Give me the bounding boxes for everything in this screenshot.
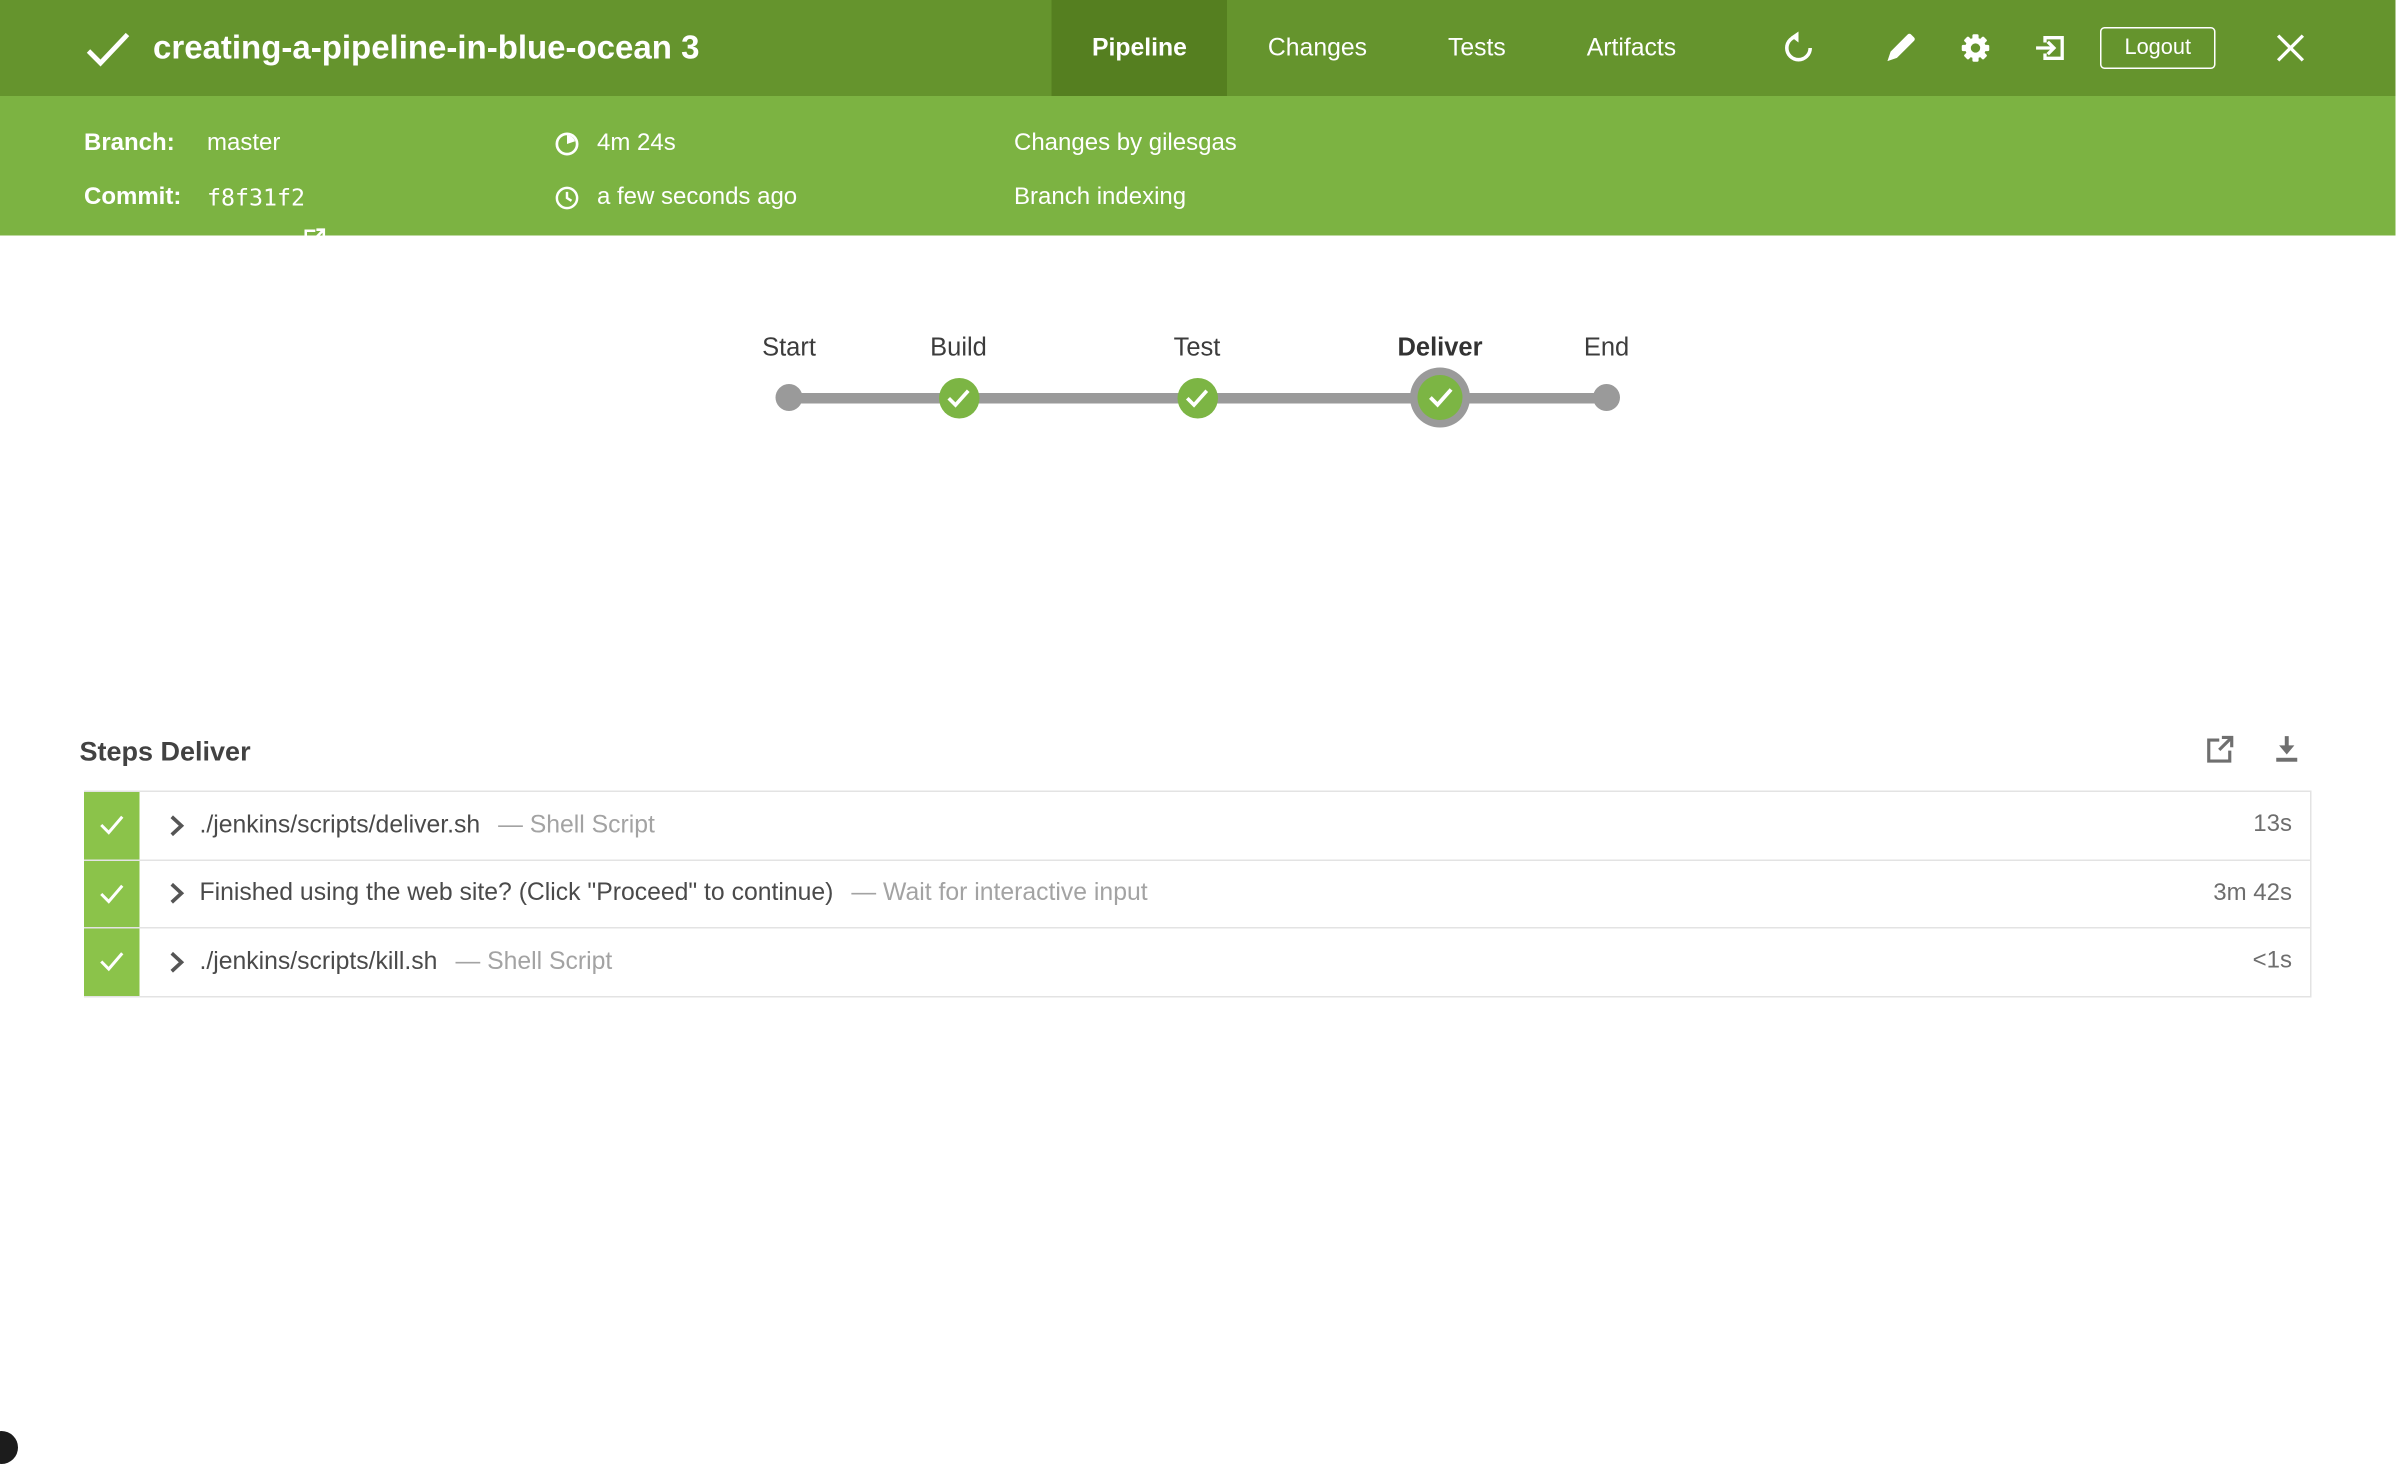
- run-details-header: Branch: master Commit: f8f31f2 4m 24s a …: [0, 96, 2396, 236]
- blue-ocean-app: creating-a-pipeline-in-blue-ocean 3 Pipe…: [0, 0, 2396, 1446]
- chevron-right-icon[interactable]: [161, 951, 194, 974]
- step-success-bar: [84, 860, 140, 927]
- clock-icon: [554, 185, 581, 212]
- commit-value: f8f31f2: [207, 182, 305, 215]
- corner-widget-button[interactable]: [0, 1431, 18, 1464]
- run-status-check-icon: [84, 32, 132, 68]
- logout-button[interactable]: Logout: [2100, 27, 2216, 69]
- graph-node-end: [1593, 384, 1620, 411]
- graph-node-deliver[interactable]: [1418, 375, 1463, 420]
- step-duration: 13s: [2253, 812, 2310, 839]
- graph-label-end: End: [1584, 332, 1629, 365]
- branch-label: Branch:: [84, 128, 175, 161]
- step-name: ./jenkins/scripts/deliver.sh: [200, 811, 481, 840]
- chevron-right-icon[interactable]: [161, 882, 194, 905]
- steps-actions: [2204, 734, 2303, 766]
- step-type: — Shell Script: [498, 811, 655, 840]
- step-success-bar: [84, 792, 140, 859]
- close-icon[interactable]: [2274, 32, 2307, 65]
- step-name: ./jenkins/scripts/kill.sh: [200, 948, 438, 977]
- rerun-icon[interactable]: [1782, 32, 1815, 65]
- tab-pipeline[interactable]: Pipeline: [1052, 0, 1228, 96]
- step-name: Finished using the web site? (Click "Pro…: [200, 879, 834, 908]
- top-bar: creating-a-pipeline-in-blue-ocean 3 Pipe…: [0, 0, 2396, 96]
- tab-changes[interactable]: Changes: [1227, 0, 1407, 96]
- run-changes: Changes by gilesgas: [1014, 128, 1237, 161]
- run-cause: Branch indexing: [1014, 182, 1186, 215]
- step-type: — Shell Script: [455, 948, 612, 977]
- graph-node-test[interactable]: [1177, 377, 1218, 418]
- run-completed-time: a few seconds ago: [597, 182, 797, 215]
- step-type: — Wait for interactive input: [851, 879, 1147, 908]
- chevron-right-icon[interactable]: [161, 814, 194, 837]
- edit-pencil-icon[interactable]: [1884, 32, 1917, 65]
- run-duration: 4m 24s: [597, 128, 676, 161]
- settings-gear-icon[interactable]: [1959, 32, 1992, 65]
- graph-label-start: Start: [762, 332, 816, 365]
- graph-label-build: Build: [930, 332, 987, 365]
- branch-value[interactable]: master: [207, 128, 280, 161]
- tab-tests[interactable]: Tests: [1408, 0, 1547, 96]
- run-title: creating-a-pipeline-in-blue-ocean 3: [153, 0, 699, 96]
- step-row-kill-sh[interactable]: ./jenkins/scripts/kill.sh — Shell Script…: [84, 929, 2312, 997]
- step-duration: 3m 42s: [2213, 880, 2310, 907]
- graph-node-build[interactable]: [938, 377, 979, 418]
- step-duration: <1s: [2253, 948, 2310, 975]
- go-to-classic-icon[interactable]: [2034, 32, 2067, 65]
- duration-timer-icon: [554, 131, 581, 158]
- external-link-icon[interactable]: [302, 227, 329, 254]
- graph-label-test: Test: [1174, 332, 1221, 365]
- steps-heading: Steps Deliver: [80, 735, 251, 768]
- graph-node-start: [776, 384, 803, 411]
- steps-table: ./jenkins/scripts/deliver.sh — Shell Scr…: [84, 791, 2312, 997]
- step-success-bar: [84, 929, 140, 996]
- run-tabs: Pipeline Changes Tests Artifacts: [1052, 0, 1717, 96]
- step-row-input-wait[interactable]: Finished using the web site? (Click "Pro…: [84, 860, 2312, 928]
- commit-label: Commit:: [84, 182, 181, 215]
- tab-artifacts[interactable]: Artifacts: [1546, 0, 1716, 96]
- step-row-deliver-sh[interactable]: ./jenkins/scripts/deliver.sh — Shell Scr…: [84, 792, 2312, 860]
- graph-label-deliver: Deliver: [1397, 332, 1482, 365]
- open-logs-external-icon[interactable]: [2204, 734, 2236, 766]
- download-logs-icon[interactable]: [2271, 734, 2303, 766]
